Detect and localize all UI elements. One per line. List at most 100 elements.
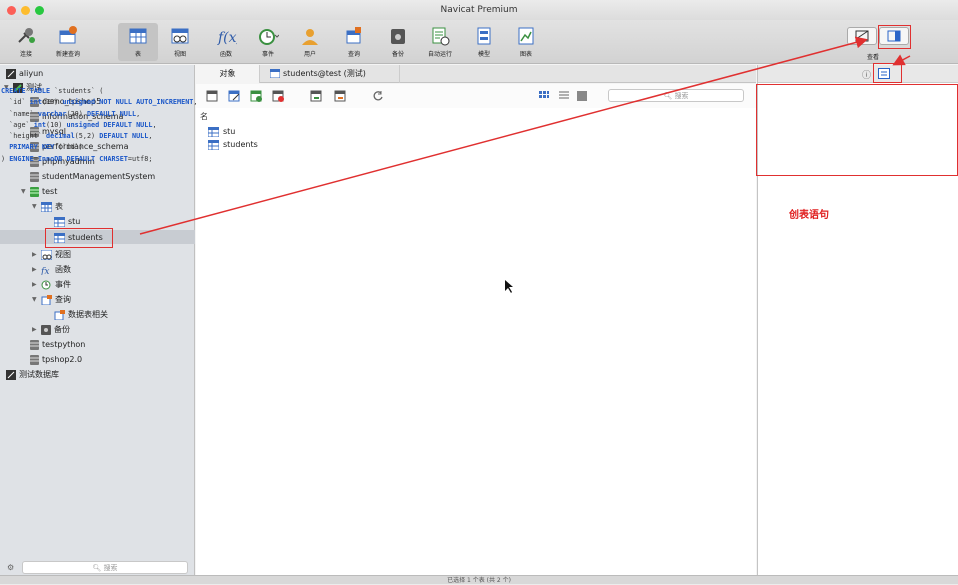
ddl-line: `id` int(10) unsigned NOT NULL AUTO_INCR…: [1, 98, 198, 107]
new-table-icon[interactable]: [250, 90, 262, 102]
backup-icon: [41, 324, 51, 335]
refresh-icon[interactable]: [372, 90, 384, 102]
view-object-button[interactable]: [847, 27, 877, 45]
database-icon: [30, 171, 39, 182]
tree-table-stu[interactable]: stu: [54, 215, 80, 228]
ddl-code-block: CREATE TABLE `students` ( `id` int(10) u…: [1, 86, 201, 165]
settings-gear-icon[interactable]: ⚙: [7, 563, 14, 572]
query-icon: [346, 27, 361, 44]
toolbar-event-button[interactable]: 事件: [248, 23, 288, 61]
toolbar-backup-button[interactable]: 备份: [378, 23, 418, 61]
model-icon: [477, 27, 491, 45]
object-item-stu[interactable]: stu: [207, 126, 235, 138]
function-icon: fx: [41, 267, 49, 275]
main-toolbar: 连接 新建查询 表 视图 f(x 函数 事件 用户 查询 备份 自动运行 模型 …: [0, 20, 958, 64]
expand-triangle-icon[interactable]: ▼: [32, 296, 37, 303]
tree-db-tpshop2[interactable]: tpshop2.0: [30, 353, 82, 366]
tree-events-folder[interactable]: 事件: [41, 278, 71, 291]
search-icon: 🔍︎: [92, 564, 102, 572]
ddl-line: `age` int(10) unsigned DEFAULT NULL,: [1, 120, 157, 129]
toolbar-model-button[interactable]: 模型: [464, 23, 504, 61]
tree-functions-folder[interactable]: fx 函数: [41, 263, 71, 276]
tree-db-testpython[interactable]: testpython: [30, 338, 85, 351]
table-icon: [129, 28, 147, 44]
toolbar-user-button[interactable]: 用户: [290, 23, 330, 61]
object-pane-icon: [855, 30, 869, 42]
tab-objects[interactable]: 对象: [196, 65, 260, 83]
event-icon: [41, 280, 51, 289]
object-list-pane: 名 stu students: [196, 108, 756, 575]
tree-views-folder[interactable]: 视图: [41, 248, 71, 261]
export-wizard-icon[interactable]: [334, 90, 346, 102]
table-icon: [207, 139, 220, 150]
query-icon: [54, 309, 65, 320]
ddl-line: CREATE TABLE `students` (: [1, 87, 104, 95]
info-panel-header: ⓘ: [758, 65, 958, 83]
toolbar-schedule-button[interactable]: 自动运行: [420, 23, 460, 61]
collapse-triangle-icon[interactable]: ▶: [32, 251, 37, 258]
tab-students-table[interactable]: students@test (测试): [260, 65, 400, 83]
view-folder-icon: [41, 249, 52, 260]
toolbar-query-button[interactable]: 查询: [334, 23, 374, 61]
expand-triangle-icon[interactable]: ▼: [21, 188, 26, 195]
status-bar: 已选择 1 个表 (共 2 个): [0, 575, 958, 584]
grid-view-icon[interactable]: [538, 90, 550, 102]
event-icon: [259, 29, 279, 45]
svg-text:fx: fx: [41, 267, 49, 275]
new-query-icon: [59, 26, 77, 44]
tab-bar: 对象 students@test (测试): [196, 65, 756, 83]
table-icon: [207, 126, 220, 137]
title-bar: Navicat Premium: [0, 0, 958, 20]
tree-connection-aliyun[interactable]: aliyun: [6, 67, 43, 80]
toolbar-table-button[interactable]: 表: [118, 23, 158, 61]
students-highlight-box: [45, 228, 113, 248]
detail-view-icon[interactable]: [576, 90, 588, 102]
collapse-triangle-icon[interactable]: ▶: [32, 326, 37, 333]
tree-connection-test-db[interactable]: 测试数据库: [6, 368, 59, 381]
window-title: Navicat Premium: [440, 5, 518, 15]
delete-table-icon[interactable]: [272, 90, 284, 102]
table-folder-icon: [41, 201, 52, 212]
schedule-icon: [432, 27, 450, 46]
toolbar-connection-button[interactable]: 连接: [6, 23, 46, 61]
function-icon: f(x): [217, 30, 237, 46]
view-icon: [171, 28, 189, 44]
backup-icon: [391, 29, 405, 44]
design-table-icon[interactable]: [228, 90, 240, 102]
tree-queries-folder[interactable]: 查询: [41, 293, 71, 306]
ddl-highlight-box: [756, 84, 958, 176]
toolbar-function-button[interactable]: f(x) 函数: [206, 23, 246, 61]
tree-query-table-related[interactable]: 数据表相关: [54, 308, 108, 321]
expand-triangle-icon[interactable]: ▼: [32, 203, 37, 210]
query-icon: [41, 294, 52, 305]
user-icon: [302, 29, 318, 45]
tree-backups-folder[interactable]: 备份: [41, 323, 70, 336]
info-icon[interactable]: ⓘ: [862, 68, 871, 81]
toolbar-new-query-button[interactable]: 新建查询: [48, 23, 88, 61]
search-icon: 🔍︎: [663, 92, 673, 100]
collapse-triangle-icon[interactable]: ▶: [32, 281, 37, 288]
database-icon: [30, 354, 39, 365]
connection-icon: [18, 28, 35, 43]
navicat-window: Navicat Premium 连接 新建查询 表 视图 f(x 函数 事件 用…: [0, 0, 958, 584]
sidebar-search-input[interactable]: 🔍︎ 搜索: [22, 561, 188, 574]
list-view-icon[interactable]: [558, 90, 570, 102]
collapse-triangle-icon[interactable]: ▶: [32, 266, 37, 273]
object-search-input[interactable]: 🔍︎ 搜索: [608, 89, 744, 102]
open-table-icon[interactable]: [206, 90, 218, 102]
tree-db-student-management-system[interactable]: studentManagementSystem: [30, 170, 155, 183]
tree-tables-folder[interactable]: 表: [41, 200, 63, 213]
toolbar-view-button[interactable]: 视图: [160, 23, 200, 61]
database-icon: [30, 339, 39, 350]
toolbar-chart-button[interactable]: 图表: [506, 23, 546, 61]
table-icon: [269, 68, 281, 79]
svg-text:f(x): f(x): [217, 30, 237, 46]
ddl-annotation-label: 创表语句: [789, 210, 829, 221]
name-column-header[interactable]: 名: [200, 111, 208, 122]
object-item-students[interactable]: students: [207, 139, 258, 151]
connection-icon: [6, 68, 16, 79]
view-button-highlight-box: [878, 25, 911, 49]
import-wizard-icon[interactable]: [310, 90, 322, 102]
ddl-button-highlight-box: [873, 63, 902, 83]
tree-db-test[interactable]: test: [30, 185, 57, 198]
